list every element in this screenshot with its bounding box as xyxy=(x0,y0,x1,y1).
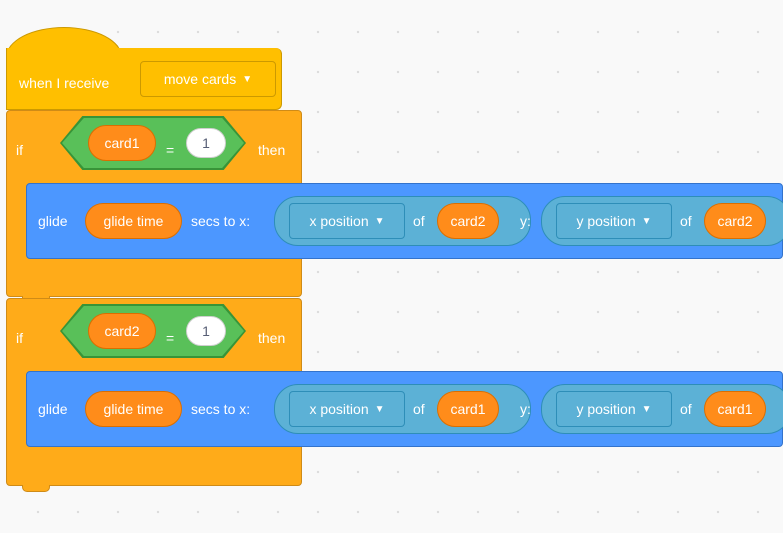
of-label: of xyxy=(413,401,425,417)
x-attribute-dropdown[interactable]: x position ▼ xyxy=(289,391,405,427)
of-label: of xyxy=(413,213,425,229)
then-label: then xyxy=(258,330,286,346)
value-input-2[interactable]: 1 xyxy=(186,316,226,346)
of-label: of xyxy=(680,213,692,229)
x-position-of-reporter[interactable]: x position ▼ of card2 xyxy=(274,196,531,246)
y-position-of-reporter[interactable]: y position ▼ of card1 xyxy=(541,384,783,434)
of-label: of xyxy=(680,401,692,417)
variable-card2[interactable]: card2 xyxy=(704,203,766,239)
glide-block-2[interactable]: glide glide time secs to x: x position ▼… xyxy=(26,371,783,447)
value-input-1[interactable]: 1 xyxy=(186,128,226,158)
variable-card1[interactable]: card1 xyxy=(704,391,766,427)
x-position-of-reporter[interactable]: x position ▼ of card1 xyxy=(274,384,531,434)
if-block-2-notch xyxy=(22,485,50,492)
glide-label: glide xyxy=(38,401,68,417)
y-attribute-dropdown[interactable]: y position ▼ xyxy=(556,391,672,427)
message-name: move cards xyxy=(163,71,237,87)
chevron-down-icon: ▼ xyxy=(641,215,652,227)
chevron-down-icon: ▼ xyxy=(641,403,652,415)
variable-card1[interactable]: card1 xyxy=(88,125,156,161)
chevron-down-icon: ▼ xyxy=(242,73,253,85)
variable-card1[interactable]: card1 xyxy=(437,391,499,427)
chevron-down-icon: ▼ xyxy=(374,403,385,415)
then-label: then xyxy=(258,142,286,158)
y-label: y: xyxy=(520,213,531,229)
equals-sign: = xyxy=(166,330,175,346)
chevron-down-icon: ▼ xyxy=(374,215,385,227)
variable-card2[interactable]: card2 xyxy=(437,203,499,239)
glide-label: glide xyxy=(38,213,68,229)
if-label: if xyxy=(16,330,23,346)
equals-sign: = xyxy=(166,142,175,158)
glide-block-1[interactable]: glide glide time secs to x: x position ▼… xyxy=(26,183,783,259)
x-attribute-dropdown[interactable]: x position ▼ xyxy=(289,203,405,239)
y-label: y: xyxy=(520,401,531,417)
secs-to-x-label: secs to x: xyxy=(191,213,251,229)
message-dropdown[interactable]: move cards ▼ xyxy=(140,61,276,97)
when-i-receive-block[interactable]: when I receive move cards ▼ xyxy=(6,48,282,110)
variable-glide-time[interactable]: glide time xyxy=(85,391,182,427)
variable-card2[interactable]: card2 xyxy=(88,313,156,349)
y-attribute-dropdown[interactable]: y position ▼ xyxy=(556,203,672,239)
variable-glide-time[interactable]: glide time xyxy=(85,203,182,239)
if-label: if xyxy=(16,142,23,158)
y-position-of-reporter[interactable]: y position ▼ of card2 xyxy=(541,196,783,246)
secs-to-x-label: secs to x: xyxy=(191,401,251,417)
when-i-receive-label: when I receive xyxy=(19,75,110,91)
